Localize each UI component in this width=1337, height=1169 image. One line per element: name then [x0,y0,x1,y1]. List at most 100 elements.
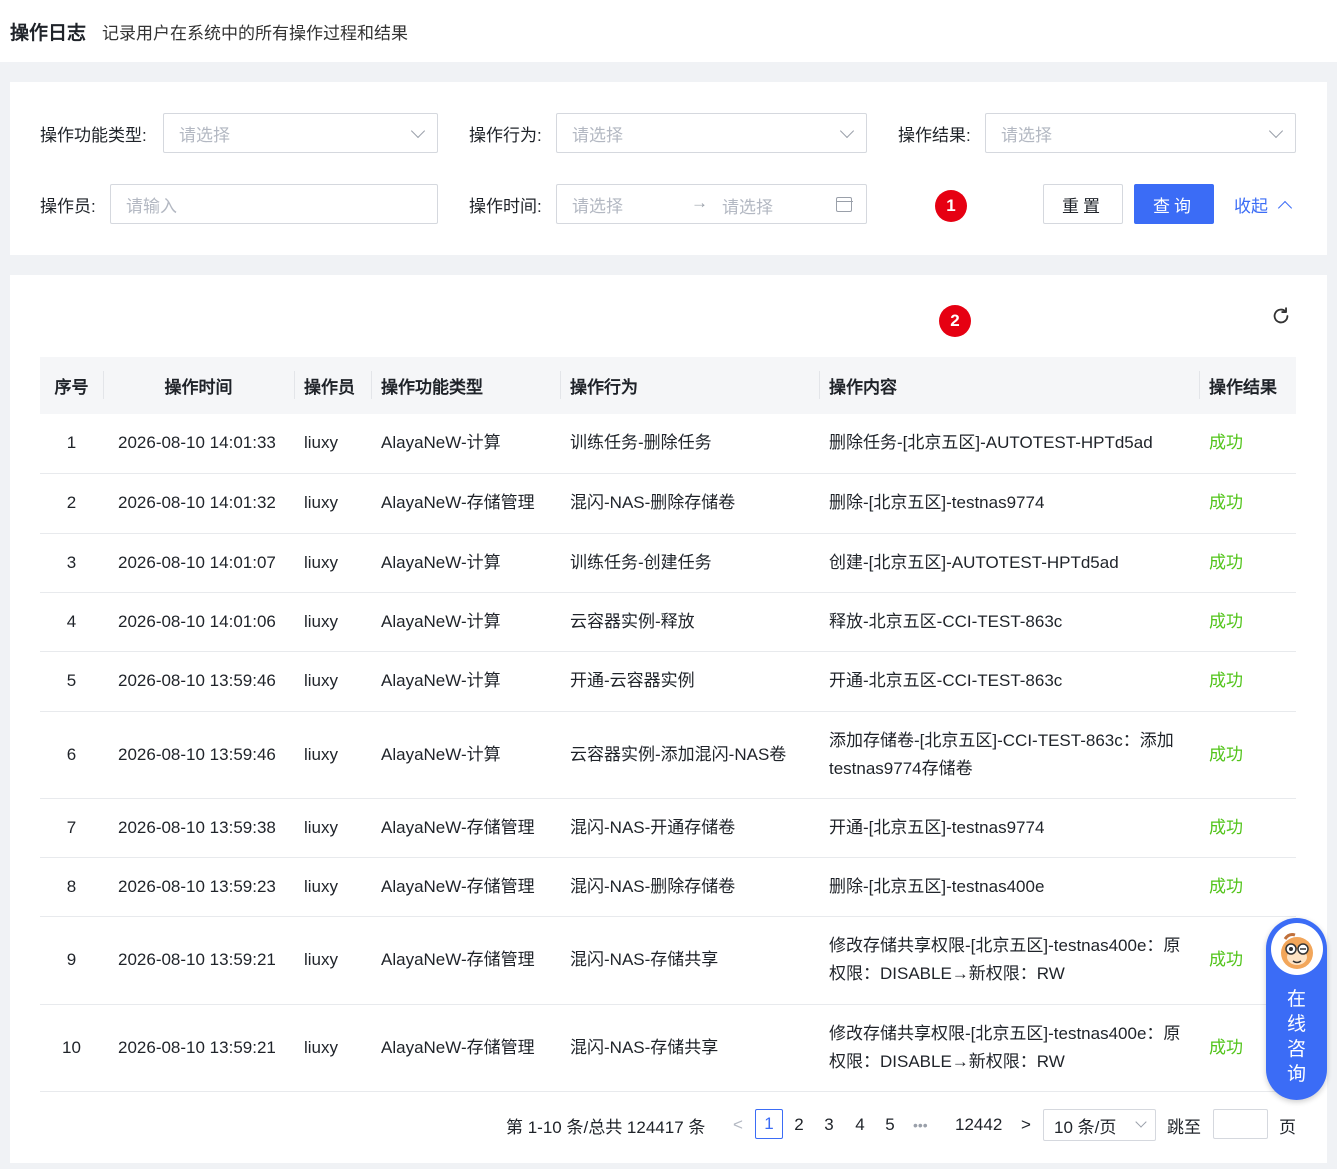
result-placeholder: 请选择 [1001,125,1052,145]
col-header-time: 操作时间 [103,357,294,414]
row-content: 修改存储共享权限-[北京五区]-testnas400e：原权限：DISABLE→… [819,916,1199,1005]
page-5-button[interactable]: 5 [876,1109,904,1141]
prev-page-button[interactable]: < [724,1109,752,1141]
page-3-button[interactable]: 3 [815,1109,843,1141]
row-operator: liuxy [294,1004,371,1092]
col-header-content: 操作内容 [819,357,1199,414]
action-label: 操作行为: [469,126,542,145]
row-index: 7 [40,798,103,858]
online-consult-widget[interactable]: 在线咨询 [1266,918,1327,1100]
result-select[interactable]: 请选择 [985,113,1296,153]
row-action: 混闪-NAS-开通存储卷 [560,798,819,858]
operation-log-table: 序号 操作时间 操作员 操作功能类型 操作行为 操作内容 操作结果 1 2026… [40,357,1296,1092]
collapse-label: 收起 [1234,197,1268,216]
row-func-type: AlayaNeW-计算 [371,651,560,712]
collapse-toggle[interactable]: 收起 [1234,192,1293,217]
refresh-icon[interactable] [1270,305,1292,327]
row-content: 删除-[北京五区]-testnas9774 [819,473,1199,534]
row-operator: liuxy [294,533,371,593]
row-result: 成功 [1199,651,1296,712]
last-page-button[interactable]: 12442 [955,1109,1002,1141]
chevron-down-icon [839,123,855,139]
row-content: 删除-[北京五区]-testnas400e [819,857,1199,917]
func-type-select[interactable]: 请选择 [163,113,438,153]
page-2-button[interactable]: 2 [785,1109,813,1141]
filter-panel: 操作功能类型: 请选择 操作行为: 请选择 操作结果: 请选择 操作员: 请输入… [10,82,1327,255]
pagination-summary: 第 1-10 条/总共 124417 条 [506,1117,706,1137]
col-header-index: 序号 [40,357,103,414]
row-result: 成功 [1199,592,1296,652]
operator-label: 操作员: [40,197,96,216]
row-time: 2026-08-10 14:01:07 [103,533,294,593]
operator-input[interactable]: 请输入 [110,184,438,224]
result-label: 操作结果: [898,126,971,145]
row-action: 训练任务-创建任务 [560,533,819,593]
row-operator: liuxy [294,916,371,1005]
row-operator: liuxy [294,798,371,858]
page-size-select[interactable]: 10 条/页 [1043,1109,1156,1141]
pagination-ellipsis[interactable]: ••• [913,1109,928,1141]
annotation-badge-1: 1 [935,190,967,222]
table-header-row: 序号 操作时间 操作员 操作功能类型 操作行为 操作内容 操作结果 [40,357,1296,414]
row-operator: liuxy [294,651,371,712]
table-row: 9 2026-08-10 13:59:21 liuxy AlayaNeW-存储管… [40,916,1296,1005]
chevron-up-icon [1277,200,1293,215]
row-index: 2 [40,473,103,534]
row-time: 2026-08-10 13:59:21 [103,916,294,1005]
row-operator: liuxy [294,857,371,917]
table-row: 5 2026-08-10 13:59:46 liuxy AlayaNeW-计算 … [40,651,1296,712]
row-time: 2026-08-10 13:59:23 [103,857,294,917]
row-operator: liuxy [294,414,371,474]
row-content: 开通-[北京五区]-testnas9774 [819,798,1199,858]
chevron-down-icon [1135,1116,1147,1128]
row-time: 2026-08-10 13:59:21 [103,1004,294,1092]
row-content: 删除任务-[北京五区]-AUTOTEST-HPTd5ad [819,414,1199,474]
row-result: 成功 [1199,473,1296,534]
chevron-down-icon [1268,123,1284,139]
col-header-operator: 操作员 [294,357,371,414]
row-time: 2026-08-10 13:59:46 [103,711,294,799]
time-range-picker[interactable]: 请选择 → 请选择 [556,184,867,224]
page-header: 操作日志 记录用户在系统中的所有操作过程和结果 [0,0,1337,62]
pagination: 第 1-10 条/总共 124417 条 < 1 2 3 4 5 ••• 124… [10,1095,1327,1155]
page-4-button[interactable]: 4 [846,1109,874,1141]
row-index: 8 [40,857,103,917]
row-time: 2026-08-10 14:01:06 [103,592,294,652]
row-func-type: AlayaNeW-存储管理 [371,1004,560,1092]
page-1-button[interactable]: 1 [755,1109,783,1139]
reset-button[interactable]: 重置 [1043,184,1123,224]
row-index: 10 [40,1004,103,1092]
table-row: 8 2026-08-10 13:59:23 liuxy AlayaNeW-存储管… [40,857,1296,917]
col-header-result: 操作结果 [1199,357,1296,414]
page-subtitle: 记录用户在系统中的所有操作过程和结果 [102,23,409,43]
action-select[interactable]: 请选择 [556,113,867,153]
row-time: 2026-08-10 13:59:46 [103,651,294,712]
jump-label: 跳至 [1167,1117,1201,1137]
row-action: 训练任务-删除任务 [560,414,819,474]
query-button[interactable]: 查询 [1134,184,1214,224]
time-label: 操作时间: [469,197,542,216]
row-action: 混闪-NAS-存储共享 [560,1004,819,1092]
arrow-right-icon: → [691,193,708,212]
chevron-down-icon [410,123,426,139]
jump-page-input[interactable] [1213,1109,1268,1139]
time-start-placeholder[interactable]: 请选择 [572,192,623,217]
mascot-avatar-icon [1270,923,1323,975]
time-end-placeholder[interactable]: 请选择 [722,193,773,218]
table-row: 10 2026-08-10 13:59:21 liuxy AlayaNeW-存储… [40,1004,1296,1092]
row-action: 云容器实例-添加混闪-NAS卷 [560,711,819,799]
result-field: 操作结果: [898,121,971,146]
row-index: 4 [40,592,103,652]
operator-placeholder: 请输入 [126,196,177,216]
row-action: 开通-云容器实例 [560,651,819,712]
action-field: 操作行为: [469,121,542,146]
consult-label: 在线咨询 [1286,989,1306,1085]
row-func-type: AlayaNeW-存储管理 [371,857,560,917]
row-func-type: AlayaNeW-存储管理 [371,798,560,858]
row-content: 释放-北京五区-CCI-TEST-863c [819,592,1199,652]
operator-field: 操作员: [40,192,96,217]
next-page-button[interactable]: > [1012,1109,1040,1141]
table-row: 2 2026-08-10 14:01:32 liuxy AlayaNeW-存储管… [40,473,1296,534]
row-action: 云容器实例-释放 [560,592,819,652]
row-content: 修改存储共享权限-[北京五区]-testnas400e：原权限：DISABLE→… [819,1004,1199,1092]
